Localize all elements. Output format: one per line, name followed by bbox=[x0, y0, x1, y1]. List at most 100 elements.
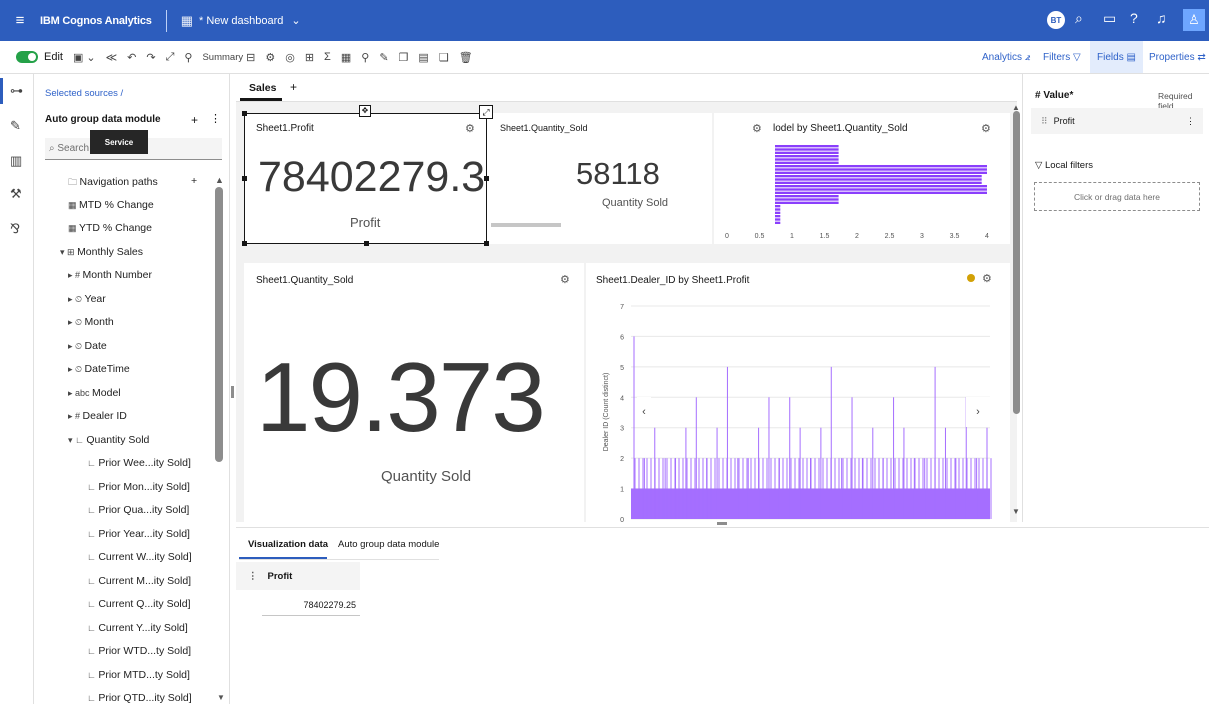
maximize-icon[interactable]: ⤢ bbox=[479, 105, 493, 119]
canvas-scrollbar[interactable] bbox=[1013, 111, 1020, 414]
add-icon[interactable]: + bbox=[191, 113, 198, 127]
overflow-menu-icon[interactable]: ⋮ bbox=[1186, 116, 1195, 127]
resize-handle[interactable] bbox=[242, 241, 247, 246]
tree-item[interactable]: ∟ Current M...ity Sold] bbox=[87, 575, 191, 587]
side-scrollbar[interactable] bbox=[215, 187, 223, 462]
move-icon[interactable]: ✥ bbox=[359, 105, 371, 117]
assistant-icon[interactable]: ⅋ bbox=[10, 221, 20, 237]
properties-button[interactable]: Properties ⇄ bbox=[1149, 41, 1206, 73]
overflow-menu-icon[interactable]: ⋮ bbox=[248, 571, 258, 582]
bottom-splitter[interactable] bbox=[717, 522, 727, 525]
tree-item[interactable]: ∟ Prior MTD...ty Sold] bbox=[87, 669, 190, 681]
widgets-icon[interactable]: ⚒ bbox=[10, 186, 22, 202]
copy-icon[interactable]: ❐ bbox=[399, 51, 409, 64]
chevron-left-icon[interactable]: ‹ bbox=[637, 397, 651, 427]
duplicate-icon[interactable]: ❑ bbox=[439, 51, 449, 64]
visualizations-icon[interactable]: ▥ bbox=[10, 153, 22, 169]
tree-item[interactable]: ∟ Prior Wee...ity Sold] bbox=[87, 457, 191, 469]
add-icon[interactable]: + bbox=[191, 175, 197, 187]
analytics-button[interactable]: Analytics ⦨ bbox=[982, 41, 1030, 73]
table-icon[interactable]: ⊞ bbox=[305, 51, 314, 64]
expand-icon[interactable]: ⤢ bbox=[166, 51, 175, 64]
grid-icon[interactable]: ▦ bbox=[341, 51, 351, 64]
panel-splitter[interactable] bbox=[231, 386, 234, 398]
chevron-down-icon[interactable]: ⌄ bbox=[291, 14, 300, 27]
settings-icon[interactable]: ⚙ bbox=[560, 273, 570, 286]
tree-item[interactable]: ∟ Prior Mon...ity Sold] bbox=[87, 481, 190, 493]
refresh-icon[interactable]: ◎ bbox=[285, 51, 295, 64]
drill-icon[interactable]: ⚲ bbox=[184, 51, 192, 64]
summary-icon[interactable]: ⊟ bbox=[246, 51, 255, 64]
chevron-right-icon[interactable]: › bbox=[966, 397, 990, 427]
local-filter-dropzone[interactable]: Click or drag data here bbox=[1034, 182, 1200, 211]
tree-item[interactable]: ▸ ⏲ DateTime bbox=[68, 363, 130, 375]
histogram-card[interactable]: ⚙ lodel by Sheet1.Quantity_Sold ⚙ 0 0.5 1 1… bbox=[714, 113, 1010, 244]
drag-handle-icon[interactable]: ⠿ bbox=[1041, 116, 1048, 127]
column-header[interactable]: ⋮ Profit bbox=[236, 562, 360, 590]
tree-item[interactable]: ∟ Current Y...ity Sold] bbox=[87, 622, 188, 634]
tab-data-module[interactable]: Auto group data module bbox=[338, 539, 439, 550]
edit-toggle[interactable] bbox=[16, 51, 38, 63]
tree-item[interactable]: ▦ YTD % Change bbox=[68, 222, 152, 234]
resize-handle[interactable] bbox=[484, 241, 489, 246]
tree-item[interactable]: ∟ Prior Qua...ity Sold] bbox=[87, 504, 189, 516]
add-tab-button[interactable]: + bbox=[290, 80, 297, 94]
tab-sales[interactable]: Sales bbox=[249, 82, 276, 94]
quantity-sold-card[interactable]: Sheet1.Quantity_Sold 58118 Quantity Sold bbox=[487, 113, 712, 244]
help-icon[interactable]: ? bbox=[1130, 10, 1138, 26]
redo-icon[interactable]: ↷ bbox=[146, 51, 155, 64]
tree-item[interactable]: ∟ Prior Year...ity Sold] bbox=[87, 528, 190, 540]
resize-handle[interactable] bbox=[364, 241, 369, 246]
sources-icon[interactable]: ⊶ bbox=[10, 83, 23, 99]
pin-icon[interactable]: ✎ bbox=[379, 51, 388, 64]
chat-icon[interactable]: ▭ bbox=[1103, 10, 1116, 27]
tree-item[interactable]: ▸ # Dealer ID bbox=[68, 410, 127, 422]
tree-item[interactable]: ▸ ⏲ Month bbox=[68, 316, 114, 328]
tree-item[interactable]: 🗀 Navigation paths + bbox=[68, 175, 197, 191]
tree-item[interactable]: ∟ Prior QTD...ity Sold] bbox=[87, 692, 192, 704]
undo-icon[interactable]: ↶ bbox=[127, 51, 136, 64]
user-avatar[interactable]: BT bbox=[1047, 11, 1065, 29]
tree-item[interactable]: ▸ ⏲ Date bbox=[68, 340, 107, 352]
tree-item[interactable]: ∟ Current W...ity Sold] bbox=[87, 551, 192, 563]
overflow-menu-icon[interactable]: ⋮ bbox=[210, 112, 221, 125]
tree-item[interactable]: ∟ Current Q...ity Sold] bbox=[87, 598, 191, 610]
summary-button[interactable]: Summary bbox=[202, 52, 243, 63]
tooltip: Service bbox=[90, 130, 148, 154]
filter-icon[interactable]: ⚲ bbox=[361, 51, 369, 64]
scroll-down-icon[interactable]: ▼ bbox=[1012, 507, 1020, 516]
tree-item[interactable]: ▾ ∟ Quantity Sold bbox=[68, 434, 149, 446]
tree-item[interactable]: ▦ MTD % Change bbox=[68, 199, 154, 211]
resize-handle[interactable] bbox=[484, 176, 489, 181]
profile-icon[interactable]: ♙ bbox=[1183, 9, 1205, 31]
fields-button[interactable]: Fields ▤ bbox=[1090, 41, 1143, 73]
pin-icon[interactable]: ✎ bbox=[10, 118, 21, 134]
hamburger-menu-icon[interactable]: ≡ bbox=[0, 12, 40, 29]
settings-icon[interactable]: ⚙ bbox=[265, 51, 275, 64]
dealer-chart-card[interactable]: Sheet1.Dealer_ID by Sheet1.Profit ⚙ 0123… bbox=[586, 263, 1010, 522]
resize-handle[interactable] bbox=[242, 111, 247, 116]
scroll-up-icon[interactable]: ▲ bbox=[215, 175, 224, 185]
dashboard-name[interactable]: * New dashboard bbox=[199, 15, 283, 27]
tree-item[interactable]: ▾ ⊞ Monthly Sales bbox=[60, 246, 143, 258]
tree-item[interactable]: ▸ ⏲ Year bbox=[68, 293, 106, 305]
tree-item-icon: 🗀 bbox=[68, 177, 80, 187]
tree-item[interactable]: ▸ abc Model bbox=[68, 387, 121, 399]
paste-icon[interactable]: ▤ bbox=[418, 51, 428, 64]
resize-handle[interactable] bbox=[242, 176, 247, 181]
share-icon[interactable]: ≪ bbox=[106, 51, 118, 64]
tree-item[interactable]: ▸ # Month Number bbox=[68, 269, 152, 281]
filters-button[interactable]: Filters ▽ bbox=[1043, 41, 1081, 73]
scroll-down-icon[interactable]: ▼ bbox=[217, 693, 225, 702]
sum-icon[interactable]: Σ bbox=[324, 51, 331, 63]
quantity-sold-big-card[interactable]: Sheet1.Quantity_Sold ⚙ 19.373 Quantity S… bbox=[244, 263, 584, 522]
sources-breadcrumb[interactable]: Selected sources / bbox=[45, 88, 123, 99]
search-icon[interactable]: ⌕ bbox=[1075, 10, 1083, 27]
tree-item-icon: ∟ bbox=[87, 575, 99, 586]
tab-visualization-data[interactable]: Visualization data bbox=[248, 539, 328, 550]
notification-icon[interactable]: ♫ bbox=[1156, 10, 1167, 26]
tree-item[interactable]: ∟ Prior WTD...ty Sold] bbox=[87, 645, 191, 657]
value-field[interactable]: ⠿ Profit ⋮ bbox=[1031, 108, 1203, 134]
delete-icon[interactable]: 🗑 bbox=[459, 51, 473, 64]
save-icon[interactable]: ▣ ⌄ bbox=[73, 51, 96, 64]
